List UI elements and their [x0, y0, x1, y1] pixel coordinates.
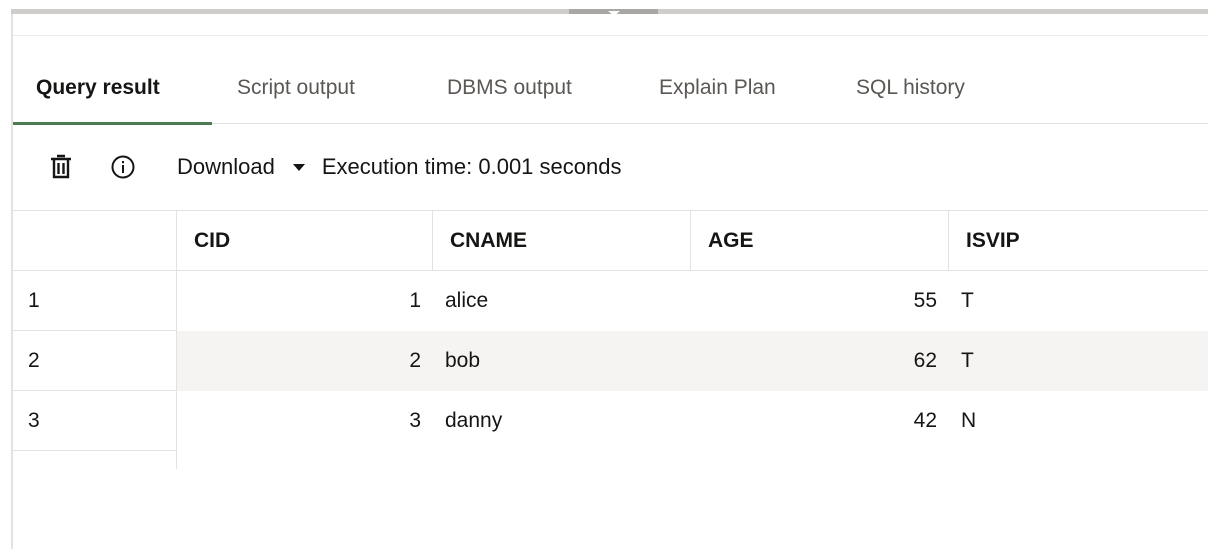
column-header-cname[interactable]: CNAME	[433, 211, 691, 271]
cell-cid[interactable]: 3	[177, 391, 433, 451]
row-number[interactable]: 1	[13, 271, 177, 331]
row-number-column-tail	[13, 451, 177, 469]
results-panel: Query result Script output DBMS output E…	[13, 14, 1208, 549]
tab-explain-plan[interactable]: Explain Plan	[637, 52, 834, 124]
row-number-header	[13, 211, 177, 271]
info-button[interactable]	[103, 147, 143, 187]
column-header-age[interactable]: AGE	[691, 211, 949, 271]
tab-sql-history[interactable]: SQL history	[834, 52, 1034, 124]
panel-splitter[interactable]	[0, 0, 1208, 18]
cell-age[interactable]: 55	[691, 271, 949, 331]
tab-dbms-output[interactable]: DBMS output	[427, 52, 637, 124]
table-row[interactable]: 3 3 danny 42 N	[13, 391, 1208, 451]
results-tabs: Query result Script output DBMS output E…	[13, 52, 1208, 125]
tab-script-output[interactable]: Script output	[212, 52, 427, 124]
cell-age[interactable]: 42	[691, 391, 949, 451]
tab-query-result[interactable]: Query result	[13, 52, 212, 125]
delete-button[interactable]	[41, 147, 81, 187]
grid-header-row: CID CNAME AGE ISVIP	[13, 210, 1208, 271]
cell-cname[interactable]: alice	[433, 271, 691, 331]
download-label: Download	[177, 154, 275, 179]
cell-cname[interactable]: danny	[433, 391, 691, 451]
column-header-isvip[interactable]: ISVIP	[949, 211, 1208, 271]
row-number[interactable]: 3	[13, 391, 177, 451]
results-grid: CID CNAME AGE ISVIP 1 1 alice 55 T 2 2 b…	[13, 210, 1208, 469]
column-header-cid[interactable]: CID	[177, 211, 433, 271]
trash-icon	[51, 154, 71, 179]
cell-cid[interactable]: 1	[177, 271, 433, 331]
table-row[interactable]: 2 2 bob 62 T	[13, 331, 1208, 391]
results-toolbar: Download Execution time: 0.001 seconds	[13, 124, 1208, 210]
caret-down-icon	[292, 163, 305, 171]
cell-age[interactable]: 62	[691, 331, 949, 391]
cell-isvip[interactable]: T	[949, 271, 1208, 331]
cell-isvip[interactable]: N	[949, 391, 1208, 451]
cell-isvip[interactable]: T	[949, 331, 1208, 391]
row-number[interactable]: 2	[13, 331, 177, 391]
table-row[interactable]: 1 1 alice 55 T	[13, 271, 1208, 331]
execution-time: Execution time: 0.001 seconds	[321, 154, 622, 179]
download-menu-button[interactable]: Download	[177, 154, 305, 180]
cell-cname[interactable]: bob	[433, 331, 691, 391]
cell-cid[interactable]: 2	[177, 331, 433, 391]
info-icon	[111, 155, 135, 179]
panel-top-gap	[13, 14, 1208, 36]
